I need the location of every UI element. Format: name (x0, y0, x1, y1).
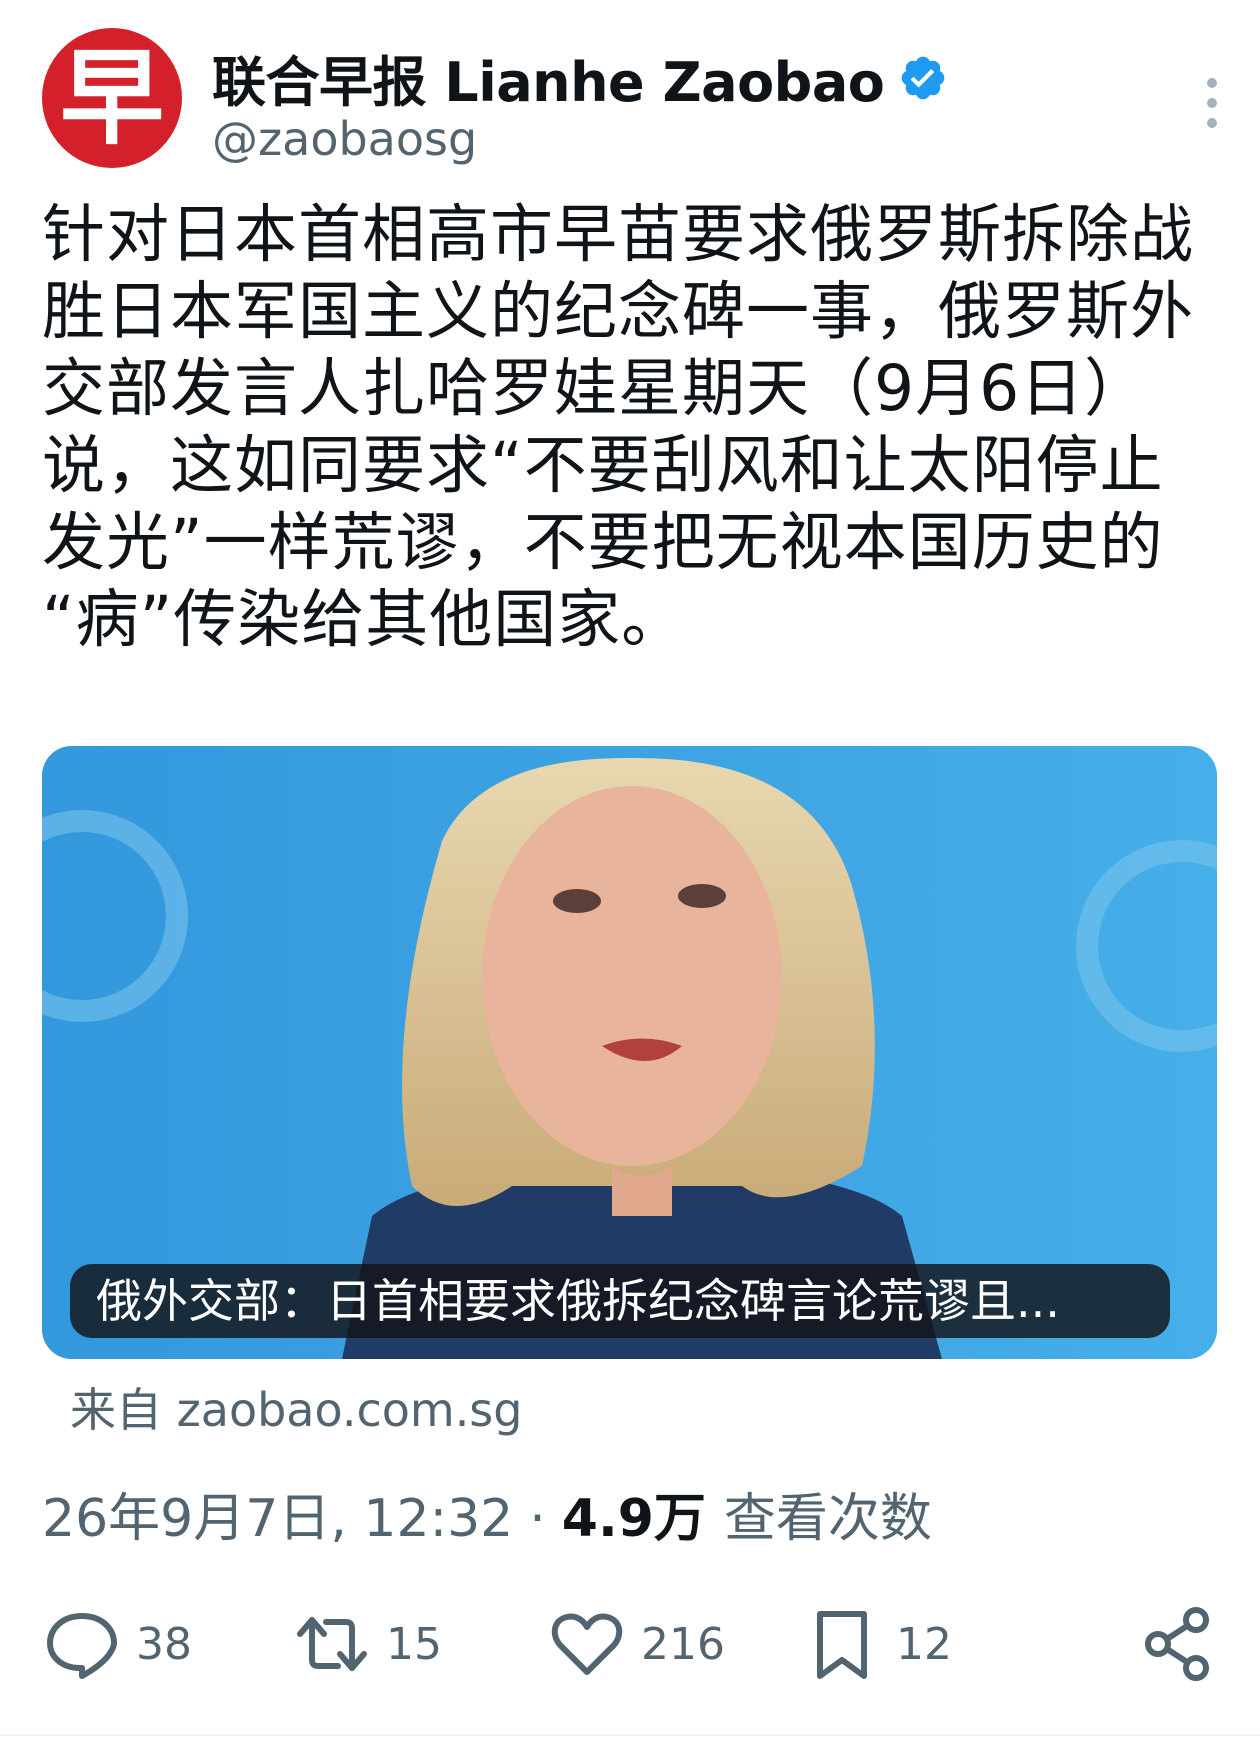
more-icon[interactable] (1202, 76, 1222, 130)
repost-icon (297, 1617, 367, 1671)
share-button[interactable] (1138, 1604, 1218, 1684)
like-count: 216 (641, 1618, 725, 1670)
like-button[interactable]: 216 (547, 1604, 725, 1684)
display-name[interactable]: 联合早报 Lianhe Zaobao (212, 38, 885, 117)
repost-button[interactable]: 15 (292, 1604, 442, 1684)
display-name-row: 联合早报 Lianhe Zaobao (212, 38, 948, 117)
like-icon (551, 1613, 623, 1675)
views-count: 4.9万 (561, 1489, 706, 1549)
reply-button[interactable]: 38 (42, 1604, 192, 1684)
share-icon (1145, 1607, 1209, 1681)
verified-icon (902, 56, 945, 99)
bookmark-count: 12 (896, 1618, 952, 1670)
post-header: 早 联合早报 Lianhe Zaobao @zaobaosg (42, 28, 1222, 168)
post-text: 针对日本首相高市早苗要求俄罗斯拆除战 胜日本军国主义的纪念碑一事，俄罗斯外 交部… (42, 198, 1194, 656)
repost-count: 15 (386, 1618, 442, 1670)
bookmark-button[interactable]: 12 (802, 1604, 952, 1684)
meta-separator: · (529, 1489, 546, 1549)
link-card[interactable]: 俄外交部：日首相要求俄拆纪念碑言论荒谬且... (42, 746, 1217, 1359)
reply-icon (47, 1613, 117, 1679)
views-label: 查看次数 (723, 1489, 932, 1549)
link-card-caption: 俄外交部：日首相要求俄拆纪念碑言论荒谬且... (70, 1264, 1170, 1338)
bottom-divider (0, 1734, 1260, 1736)
account-handle[interactable]: @zaobaosg (212, 112, 477, 166)
link-source[interactable]: 来自 zaobao.com.sg (70, 1374, 522, 1440)
reply-count: 38 (136, 1618, 192, 1670)
bookmark-icon (817, 1611, 867, 1679)
timestamp[interactable]: 26年9月7日, 12:32 (42, 1476, 513, 1551)
avatar[interactable]: 早 (42, 28, 182, 168)
action-bar: 38 15 216 12 (42, 1604, 1222, 1684)
avatar-logo-char: 早 (59, 36, 164, 159)
post-meta: 26年9月7日, 12:32 · 4.9万 查看次数 (42, 1476, 932, 1551)
